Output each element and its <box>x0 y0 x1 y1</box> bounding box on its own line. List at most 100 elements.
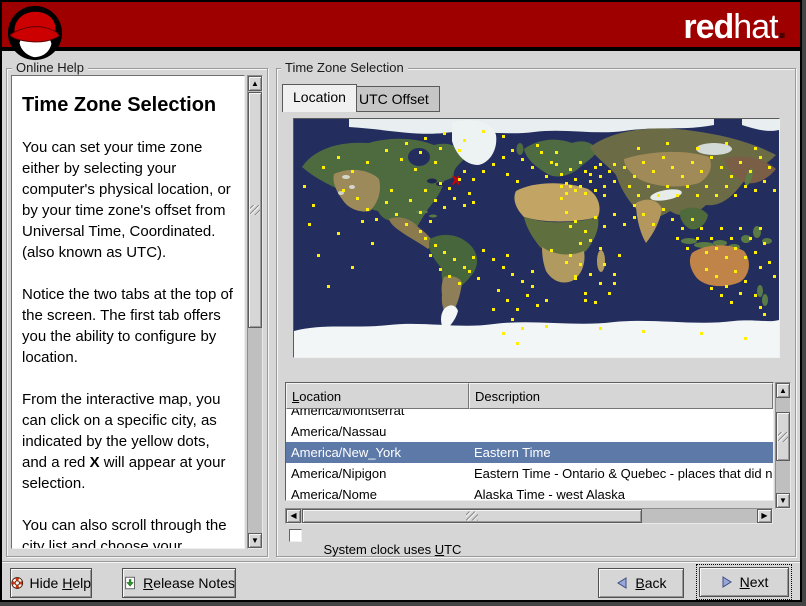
city-dot[interactable] <box>753 294 757 298</box>
city-dot[interactable] <box>433 160 437 164</box>
city-dot[interactable] <box>598 282 602 286</box>
scroll-up-icon[interactable]: ▲ <box>248 76 262 91</box>
city-dot[interactable] <box>482 248 486 252</box>
city-dot[interactable] <box>574 277 578 281</box>
city-dot[interactable] <box>647 184 651 188</box>
city-dot[interactable] <box>511 317 515 321</box>
city-dot[interactable] <box>622 165 626 169</box>
city-dot[interactable] <box>695 194 699 198</box>
city-dot[interactable] <box>559 184 563 188</box>
city-dot[interactable] <box>584 191 587 195</box>
table-hscrollbar-thumb[interactable] <box>302 509 642 523</box>
city-dot[interactable] <box>360 220 364 224</box>
city-dot[interactable] <box>632 175 636 179</box>
city-dot[interactable] <box>356 196 360 200</box>
city-dot[interactable] <box>744 256 748 260</box>
city-dot[interactable] <box>554 151 558 155</box>
city-dot[interactable] <box>569 225 573 229</box>
scroll-left-icon[interactable]: ◀ <box>286 509 301 523</box>
city-dot[interactable] <box>661 156 665 160</box>
city-dot[interactable] <box>419 210 423 214</box>
city-dot[interactable] <box>593 189 597 193</box>
table-vscrollbar[interactable]: ▲ ▼ <box>775 382 791 509</box>
city-dot[interactable] <box>312 203 316 207</box>
city-dot[interactable] <box>734 246 738 250</box>
city-dot[interactable] <box>588 239 592 243</box>
city-dot[interactable] <box>564 191 568 195</box>
city-dot[interactable] <box>559 196 563 200</box>
back-button[interactable]: Back <box>598 568 684 598</box>
city-dot[interactable] <box>472 256 476 260</box>
tab-location[interactable]: Location <box>282 84 357 112</box>
city-dot[interactable] <box>685 184 689 188</box>
city-dot[interactable] <box>404 222 408 226</box>
city-dot[interactable] <box>671 217 675 221</box>
city-dot[interactable] <box>423 189 427 193</box>
city-dot[interactable] <box>603 263 607 267</box>
city-dot[interactable] <box>603 225 607 229</box>
city-dot[interactable] <box>719 294 723 298</box>
city-dot[interactable] <box>472 177 476 181</box>
city-dot[interactable] <box>710 237 714 240</box>
city-dot[interactable] <box>584 170 587 174</box>
world-map[interactable]: X <box>293 118 780 358</box>
city-dot[interactable] <box>482 170 486 174</box>
city-dot[interactable] <box>574 189 578 193</box>
city-dot[interactable] <box>739 227 743 231</box>
city-dot[interactable] <box>724 141 728 145</box>
city-dot[interactable] <box>685 246 689 250</box>
city-dot[interactable] <box>370 241 374 245</box>
city-dot[interactable] <box>428 253 432 257</box>
city-dot[interactable] <box>748 237 752 240</box>
table-row[interactable]: America/Nassau <box>286 421 773 442</box>
city-dot[interactable] <box>705 184 709 188</box>
city-dot[interactable] <box>554 163 558 167</box>
city-dot[interactable] <box>695 237 699 240</box>
city-dot[interactable] <box>520 158 524 162</box>
city-dot[interactable] <box>535 144 539 148</box>
city-dot[interactable] <box>724 256 728 260</box>
city-dot[interactable] <box>705 267 709 271</box>
city-dot[interactable] <box>584 298 587 302</box>
city-dot[interactable] <box>622 222 626 226</box>
city-dot[interactable] <box>448 187 452 191</box>
city-dot[interactable] <box>651 222 655 226</box>
city-dot[interactable] <box>462 170 466 174</box>
city-dot[interactable] <box>453 196 457 200</box>
city-dot[interactable] <box>317 253 321 257</box>
city-dot[interactable] <box>569 184 573 188</box>
city-dot[interactable] <box>758 306 762 310</box>
city-dot[interactable] <box>322 165 326 169</box>
city-dot[interactable] <box>681 227 684 231</box>
table-row[interactable]: America/Nome Alaska Time - west Alaska <box>286 484 773 500</box>
table-hscrollbar[interactable]: ◀ ▶ <box>285 508 773 524</box>
tab-utc-offset[interactable]: UTC Offset <box>348 86 440 112</box>
city-dot[interactable] <box>676 194 680 198</box>
city-dot[interactable] <box>569 167 573 171</box>
city-dot[interactable] <box>545 325 549 329</box>
city-dot[interactable] <box>341 189 345 193</box>
city-dot[interactable] <box>734 194 738 198</box>
city-dot[interactable] <box>681 175 684 179</box>
city-dot[interactable] <box>414 167 418 171</box>
city-dot[interactable] <box>520 279 524 283</box>
city-dot[interactable] <box>579 263 583 267</box>
city-dot[interactable] <box>302 184 306 188</box>
city-dot[interactable] <box>763 179 767 183</box>
table-row[interactable]: America/New_York Eastern Time <box>286 442 773 463</box>
city-dot[interactable] <box>763 241 767 245</box>
city-dot[interactable] <box>511 148 515 152</box>
city-dot[interactable] <box>467 191 471 195</box>
city-dot[interactable] <box>729 237 733 240</box>
city-dot[interactable] <box>700 332 704 336</box>
city-dot[interactable] <box>540 151 544 155</box>
city-dot[interactable] <box>758 265 762 269</box>
city-dot[interactable] <box>501 156 505 160</box>
city-dot[interactable] <box>632 203 636 207</box>
city-dot[interactable] <box>365 208 369 212</box>
city-dot[interactable] <box>705 251 709 255</box>
city-dot[interactable] <box>695 146 699 150</box>
city-dot[interactable] <box>501 265 505 269</box>
city-dot[interactable] <box>365 160 369 164</box>
city-dot[interactable] <box>593 165 597 169</box>
